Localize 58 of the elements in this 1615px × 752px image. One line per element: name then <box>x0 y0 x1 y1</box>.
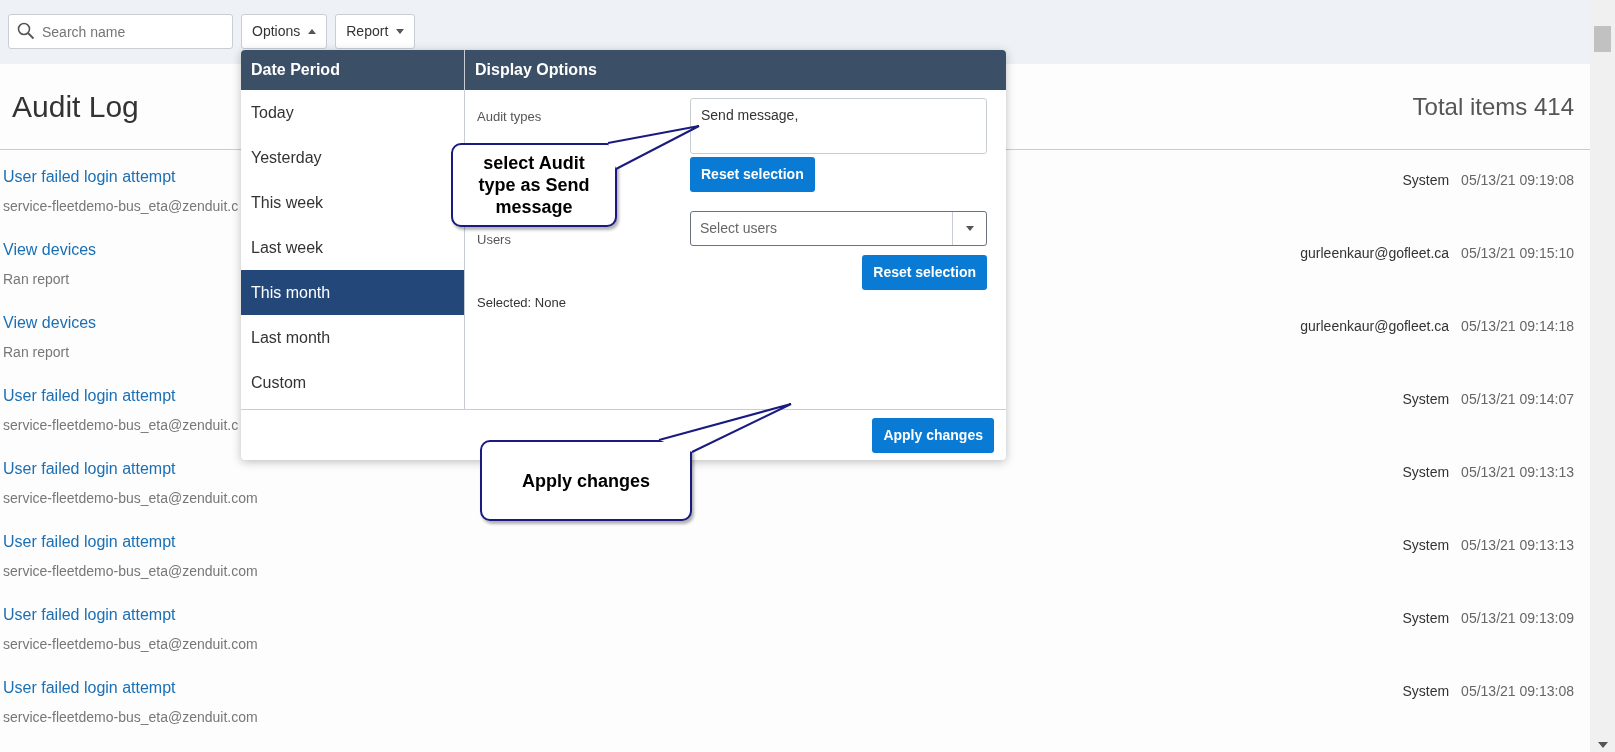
entry-detail: service-fleetdemo-bus_eta@zenduit.com <box>3 635 258 654</box>
total-count: Total items 414 <box>1412 91 1574 122</box>
selection-summary: Selected: None <box>477 294 566 312</box>
users-select[interactable]: Select users <box>690 211 987 246</box>
period-option[interactable]: Custom <box>241 360 464 405</box>
panel-header: Date Period <box>241 50 464 90</box>
entry-time: 05/13/21 09:14:18 <box>1461 318 1574 334</box>
callout-tooltip: select Audit type as Send message <box>451 143 617 227</box>
entry-link[interactable]: User failed login attempt <box>3 531 258 553</box>
entry-detail: service-fleetdemo-bus_eta@zenduit.com <box>3 489 258 508</box>
entry-link[interactable]: View devices <box>3 239 97 261</box>
field-label: Users <box>477 232 511 247</box>
entry-link[interactable]: User failed login attempt <box>3 458 258 480</box>
dropdown-button[interactable]: Options <box>241 14 328 49</box>
entry-time: 05/13/21 09:14:07 <box>1461 391 1574 407</box>
entry-user: gurleenkaur@gofleet.ca <box>1300 318 1450 334</box>
period-option[interactable]: Last week <box>241 225 464 270</box>
panel-header: Display Options <box>465 50 1006 90</box>
reset-selection-button[interactable]: Reset selection <box>690 157 815 192</box>
entry-user: System <box>1402 464 1450 480</box>
entry-detail: Ran report <box>3 270 71 289</box>
search-field[interactable]: Search name <box>8 14 233 49</box>
page-title: Audit Log <box>12 88 139 125</box>
entry-time: 05/13/21 09:13:13 <box>1461 464 1574 480</box>
entry-detail: service-fleetdemo-bus_eta@zenduit.com <box>3 708 258 727</box>
period-option[interactable]: This month <box>241 270 464 315</box>
entry-user: gurleenkaur@gofleet.ca <box>1300 245 1450 261</box>
entry-detail: service-fleetdemo-bus_eta@zenduit.com <box>3 562 258 581</box>
entry-user: System <box>1402 610 1450 626</box>
entry-link[interactable]: User failed login attempt <box>3 677 258 699</box>
entry-link[interactable]: User failed login attempt <box>3 385 239 407</box>
entry-time: 05/13/21 09:19:08 <box>1461 172 1574 188</box>
entry-user: System <box>1402 172 1450 188</box>
entry-user: System <box>1402 683 1450 699</box>
entry-link[interactable]: View devices <box>3 312 97 334</box>
scrollbar-thumb[interactable] <box>1594 26 1611 52</box>
entry-user: System <box>1402 391 1450 407</box>
entry-detail: Ran report <box>3 343 71 362</box>
period-option[interactable]: Today <box>241 90 464 135</box>
caret-icon <box>965 226 974 231</box>
audit-types-field[interactable]: Send message, <box>690 98 987 154</box>
entry-detail: service-fleetdemo-bus_eta@zenduit.c <box>3 416 239 435</box>
apply-changes-button[interactable]: Apply changes <box>872 417 994 453</box>
entry-user: System <box>1402 537 1450 553</box>
callout-tooltip: Apply changes <box>480 440 692 521</box>
reset-selection-button[interactable]: Reset selection <box>862 255 987 290</box>
entry-time: 05/13/21 09:13:13 <box>1461 537 1574 553</box>
entry-detail: service-fleetdemo-bus_eta@zenduit.c <box>3 197 239 216</box>
entry-time: 05/13/21 09:13:08 <box>1461 683 1574 699</box>
entry-link[interactable]: User failed login attempt <box>3 166 239 188</box>
entry-link[interactable]: User failed login attempt <box>3 604 258 626</box>
field-label: Audit types <box>477 109 542 124</box>
entry-time: 05/13/21 09:15:10 <box>1461 245 1574 261</box>
scroll-down-icon[interactable] <box>1597 742 1608 748</box>
period-option[interactable]: Last month <box>241 315 464 360</box>
dropdown-button[interactable]: Report <box>335 14 416 49</box>
entry-time: 05/13/21 09:13:09 <box>1461 610 1574 626</box>
search-icon <box>17 22 35 40</box>
